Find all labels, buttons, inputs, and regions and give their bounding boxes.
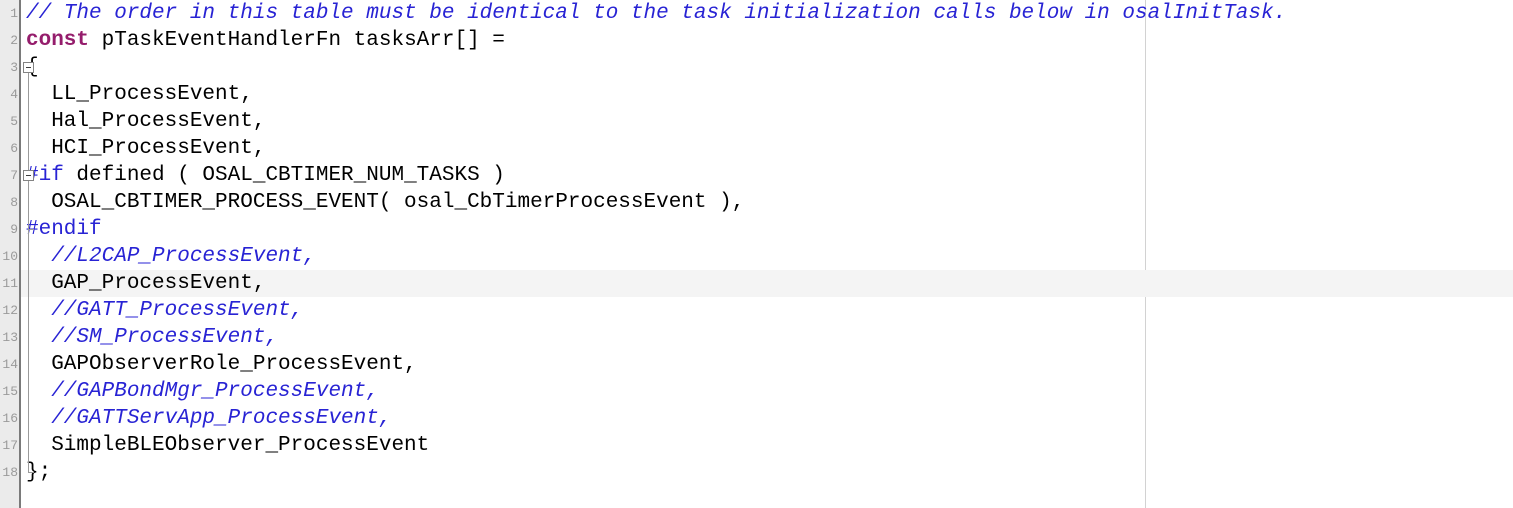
gutter-row[interactable]: 10 [0, 243, 19, 270]
gutter-row[interactable]: 5 [0, 108, 19, 135]
plain-token: LL_ProcessEvent, [26, 83, 253, 106]
line-number: 6 [10, 141, 18, 156]
line-number: 16 [2, 411, 18, 426]
gutter-row[interactable]: 13 [0, 324, 19, 351]
fold-end-marker [28, 472, 34, 473]
fold-end-marker [28, 229, 34, 230]
comment-token: //GAPBondMgr_ProcessEvent, [26, 380, 379, 403]
code-text-area[interactable]: // The order in this table must be ident… [0, 0, 1513, 508]
comment-token: // The order in this table must be ident… [26, 2, 1287, 25]
gutter-row[interactable]: 12 [0, 297, 19, 324]
line-number-gutter[interactable]: 1 2 3 4 5 6 7 8 9 10 11 12 13 14 15 16 17 18 [0, 0, 21, 508]
gutter-row[interactable]: 8 [0, 189, 19, 216]
code-line[interactable]: LL_ProcessEvent, [0, 81, 1513, 108]
code-line[interactable]: //L2CAP_ProcessEvent, [0, 243, 1513, 270]
gutter-row[interactable]: 14 [0, 351, 19, 378]
code-line[interactable]: OSAL_CBTIMER_PROCESS_EVENT( osal_CbTimer… [0, 189, 1513, 216]
line-number: 1 [10, 6, 18, 21]
line-number: 12 [2, 303, 18, 318]
code-line-current[interactable]: GAP_ProcessEvent, [0, 270, 1513, 297]
line-number: 15 [2, 384, 18, 399]
line-number: 18 [2, 465, 18, 480]
code-line[interactable]: }; [0, 459, 1513, 486]
line-number: 4 [10, 87, 18, 102]
fold-guide-line [28, 181, 29, 230]
code-line[interactable]: //SM_ProcessEvent, [0, 324, 1513, 351]
gutter-row[interactable]: 17 [0, 432, 19, 459]
code-line[interactable]: Hal_ProcessEvent, [0, 108, 1513, 135]
gutter-row[interactable]: 11 [0, 270, 19, 297]
line-number: 14 [2, 357, 18, 372]
line-number: 17 [2, 438, 18, 453]
code-folding-column[interactable] [21, 0, 41, 508]
code-line[interactable]: // The order in this table must be ident… [0, 0, 1513, 27]
gutter-row[interactable]: 1 [0, 0, 19, 27]
line-number: 10 [2, 249, 18, 264]
gutter-row[interactable]: 4 [0, 81, 19, 108]
gutter-row[interactable]: 9 [0, 216, 19, 243]
comment-token: //SM_ProcessEvent, [26, 326, 279, 349]
code-line[interactable]: //GATT_ProcessEvent, [0, 297, 1513, 324]
comment-token: //GATTServApp_ProcessEvent, [26, 407, 392, 430]
comment-token: //GATT_ProcessEvent, [26, 299, 304, 322]
comment-token: //L2CAP_ProcessEvent, [26, 245, 316, 268]
line-number: 8 [10, 195, 18, 210]
code-line[interactable]: //GAPBondMgr_ProcessEvent, [0, 378, 1513, 405]
code-editor[interactable]: 1 2 3 4 5 6 7 8 9 10 11 12 13 14 15 16 17 18 // The order… [0, 0, 1513, 508]
line-number: 9 [10, 222, 18, 237]
plain-token: SimpleBLEObserver_ProcessEvent [26, 434, 430, 457]
gutter-row[interactable]: 6 [0, 135, 19, 162]
code-line[interactable]: GAPObserverRole_ProcessEvent, [0, 351, 1513, 378]
line-number: 3 [10, 60, 18, 75]
code-line[interactable]: const pTaskEventHandlerFn tasksArr[] = [0, 27, 1513, 54]
code-line[interactable]: HCI_ProcessEvent, [0, 135, 1513, 162]
gutter-row[interactable]: 18 [0, 459, 19, 486]
code-line[interactable]: #if defined ( OSAL_CBTIMER_NUM_TASKS ) [0, 162, 1513, 189]
code-line[interactable]: #endif [0, 216, 1513, 243]
code-line[interactable]: { [0, 54, 1513, 81]
fold-collapse-icon[interactable] [23, 170, 34, 181]
fold-collapse-icon[interactable] [23, 62, 34, 73]
line-number: 13 [2, 330, 18, 345]
fold-guide-line [28, 73, 29, 473]
line-number: 2 [10, 33, 18, 48]
gutter-row[interactable]: 3 [0, 54, 19, 81]
plain-token: defined ( OSAL_CBTIMER_NUM_TASKS ) [63, 164, 505, 187]
line-number: 7 [10, 168, 18, 183]
plain-token: pTaskEventHandlerFn tasksArr[] = [89, 29, 505, 52]
line-number: 5 [10, 114, 18, 129]
gutter-row[interactable]: 15 [0, 378, 19, 405]
plain-token: OSAL_CBTIMER_PROCESS_EVENT( osal_CbTimer… [26, 191, 745, 214]
plain-token: HCI_ProcessEvent, [26, 137, 266, 160]
code-line[interactable]: SimpleBLEObserver_ProcessEvent [0, 432, 1513, 459]
line-number: 11 [2, 276, 18, 291]
gutter-row[interactable]: 2 [0, 27, 19, 54]
plain-token: GAP_ProcessEvent, [26, 272, 266, 295]
plain-token: Hal_ProcessEvent, [26, 110, 266, 133]
gutter-row[interactable]: 7 [0, 162, 19, 189]
code-line[interactable]: //GATTServApp_ProcessEvent, [0, 405, 1513, 432]
plain-token: GAPObserverRole_ProcessEvent, [26, 353, 417, 376]
gutter-row[interactable]: 16 [0, 405, 19, 432]
